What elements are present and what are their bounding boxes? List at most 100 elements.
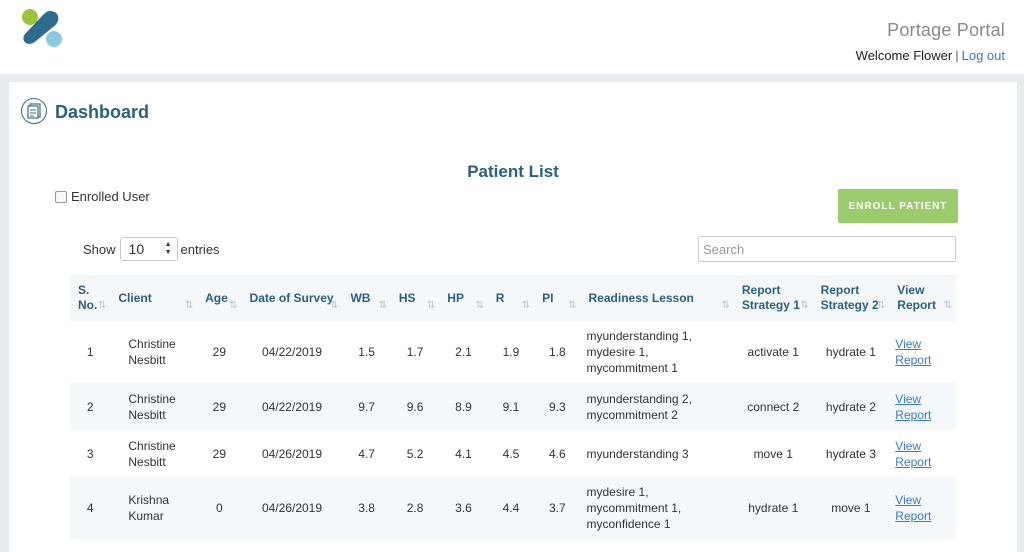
cell-strategy-1: move 1	[733, 430, 813, 477]
col-hs[interactable]: HS ⇅	[390, 275, 440, 321]
cell-view-report: View Report	[889, 383, 956, 430]
sort-icon: ⇅	[475, 300, 484, 311]
logout-link[interactable]: Log out	[962, 48, 1005, 63]
sort-icon: ⇅	[876, 300, 886, 311]
cell-hp: 3.6	[439, 477, 488, 539]
col-r[interactable]: R ⇅	[487, 275, 535, 321]
cell-readiness-lesson: myunderstanding 1, mydesire 1, mycommitm…	[580, 321, 734, 383]
sort-icon: ⇅	[721, 300, 730, 311]
cell-wb: 9.7	[342, 383, 391, 430]
cell-hs: 1.7	[390, 321, 440, 383]
cell-wb: 4.7	[342, 430, 391, 477]
cell-hs: 9.6	[390, 383, 440, 430]
col-date[interactable]: Date of Survey ⇅	[241, 275, 343, 321]
col-hp[interactable]: HP ⇅	[439, 275, 488, 321]
view-report-link[interactable]: View Report	[895, 439, 931, 469]
patient-table: S. No. ⇅ Client ⇅ Age ⇅ Date of Survey ⇅ WB ⇅…	[70, 275, 956, 539]
cell-client: Christine Nesbitt	[110, 430, 198, 477]
cell-age: 29	[197, 383, 242, 430]
enrolled-user-checkbox[interactable]	[55, 190, 67, 203]
cell-wb: 1.5	[342, 321, 391, 383]
enrolled-user-label: Enrolled User	[71, 189, 150, 204]
cell-strategy-2: hydrate 2	[812, 383, 890, 430]
col-readiness-lesson[interactable]: Readiness Lesson ⇅	[580, 275, 734, 321]
sort-icon: ⇅	[229, 300, 238, 311]
sort-icon: ⇅	[426, 300, 436, 311]
portal-title: Portage Portal	[887, 20, 1005, 40]
sort-icon: ⇅	[184, 300, 194, 311]
table-row: 3 Christine Nesbitt 29 04/26/2019 4.7 5.…	[70, 430, 956, 477]
cell-date: 04/22/2019	[241, 321, 343, 383]
cell-date: 04/22/2019	[241, 383, 343, 430]
cell-strategy-1: hydrate 1	[733, 477, 813, 539]
cell-hs: 5.2	[390, 430, 440, 477]
view-report-link[interactable]: View Report	[895, 392, 931, 422]
cell-sno: 4	[70, 477, 111, 539]
search-input[interactable]	[698, 236, 956, 262]
cell-hs: 2.8	[390, 477, 440, 539]
col-wb[interactable]: WB ⇅	[342, 275, 391, 321]
welcome-text: Welcome Flower	[855, 48, 953, 63]
enroll-patient-button[interactable]: ENROLL PATIENT	[838, 189, 958, 223]
cell-r: 9.1	[487, 383, 535, 430]
entries-select[interactable]: 10 ▲ ▼	[119, 237, 178, 261]
cell-hp: 4.1	[439, 430, 488, 477]
col-client[interactable]: Client ⇅	[110, 275, 198, 321]
cell-age: 29	[197, 430, 242, 477]
cell-pi: 1.8	[534, 321, 581, 383]
cell-r: 4.5	[487, 430, 535, 477]
table-header-row: S. No. ⇅ Client ⇅ Age ⇅ Date of Survey ⇅ WB ⇅…	[70, 275, 956, 321]
cell-readiness-lesson: mydesire 1, mycommitment 1, myconfidence…	[580, 477, 734, 539]
cell-strategy-1: connect 2	[733, 383, 813, 430]
cell-client: Krishna Kumar	[110, 477, 198, 539]
cell-age: 0	[197, 477, 242, 539]
col-report-strategy-2[interactable]: Report Strategy 2 ⇅	[812, 275, 890, 321]
cell-wb: 3.8	[342, 477, 391, 539]
cell-view-report: View Report	[889, 430, 956, 477]
col-view-report[interactable]: View Report ⇅	[889, 275, 956, 321]
cell-client: Christine Nesbitt	[110, 321, 198, 383]
cell-hp: 2.1	[439, 321, 488, 383]
select-arrows-icon: ▲ ▼	[164, 241, 172, 256]
sort-icon: ⇅	[97, 300, 107, 311]
sort-icon: ⇅	[943, 300, 952, 311]
sort-icon: ⇅	[568, 300, 577, 311]
col-pi[interactable]: PI ⇅	[534, 275, 581, 321]
view-report-link[interactable]: View Report	[895, 337, 931, 367]
cell-age: 29	[197, 321, 242, 383]
sort-icon: ⇅	[800, 300, 809, 311]
cell-r: 1.9	[487, 321, 535, 383]
cell-client: Christine Nesbitt	[110, 383, 198, 430]
table-row: 1 Christine Nesbitt 29 04/22/2019 1.5 1.…	[70, 321, 956, 383]
portage-logo[interactable]	[20, 8, 64, 48]
cell-sno: 2	[70, 383, 111, 430]
cell-r: 4.4	[487, 477, 535, 539]
show-label: Show	[83, 241, 116, 257]
cell-pi: 4.6	[534, 430, 581, 477]
cell-readiness-lesson: myunderstanding 2, mycommitment 2	[580, 383, 734, 430]
col-report-strategy-1[interactable]: Report Strategy 1 ⇅	[733, 275, 813, 321]
cell-pi: 3.7	[534, 477, 581, 539]
cell-strategy-2: move 1	[812, 477, 890, 539]
sort-icon: ⇅	[378, 300, 387, 311]
dashboard-panel: Dashboard Patient List Enrolled User ENR…	[9, 82, 1017, 552]
top-bar: Portage Portal Welcome Flower | Log out	[0, 0, 1024, 74]
sort-icon: ⇅	[521, 300, 531, 311]
cell-readiness-lesson: myunderstanding 3	[580, 430, 734, 477]
cell-hp: 8.9	[439, 383, 488, 430]
cell-view-report: View Report	[889, 321, 956, 383]
separator: |	[955, 48, 959, 63]
enrolled-user-filter[interactable]: Enrolled User	[55, 189, 150, 204]
cell-sno: 3	[70, 430, 111, 477]
dashboard-title: Dashboard	[55, 102, 150, 122]
table-row: 4 Krishna Kumar 0 04/26/2019 3.8 2.8 3.6…	[70, 477, 956, 539]
col-age[interactable]: Age ⇅	[197, 275, 242, 321]
table-row: 2 Christine Nesbitt 29 04/22/2019 9.7 9.…	[70, 383, 956, 430]
col-sno[interactable]: S. No. ⇅	[70, 275, 111, 321]
view-report-link[interactable]: View Report	[895, 493, 931, 523]
cell-pi: 9.3	[534, 383, 581, 430]
cell-sno: 1	[70, 321, 111, 383]
entries-label: entries	[180, 241, 220, 257]
cell-date: 04/26/2019	[241, 430, 343, 477]
entries-value: 10	[128, 241, 145, 257]
